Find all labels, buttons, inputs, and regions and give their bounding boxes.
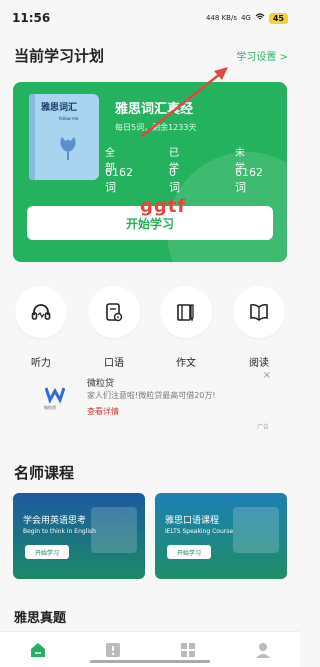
- chevron-right-icon: >: [279, 51, 288, 63]
- nav-home[interactable]: [27, 639, 49, 661]
- feature-listening[interactable]: 听力: [15, 286, 67, 369]
- page-title: 当前学习计划: [14, 46, 105, 65]
- speed-text: 448 KB/s: [205, 14, 237, 22]
- ad-close-icon[interactable]: ×: [263, 370, 271, 381]
- wifi-icon: [255, 13, 265, 23]
- feature-writing-label: 作文: [176, 358, 196, 369]
- book-cover[interactable]: 雅思词汇 follow me: [29, 94, 99, 180]
- nav-apps[interactable]: [177, 639, 199, 661]
- home-icon: [30, 642, 45, 657]
- course-thumbnail: [91, 507, 137, 553]
- course-title: 雅思口语课程: [165, 516, 220, 526]
- book-cover-title: 雅思词汇: [41, 103, 78, 113]
- home-indicator: [90, 660, 210, 663]
- ad-details-link[interactable]: 查看详情: [87, 406, 119, 417]
- plan-progress-text: 每日5词，剩余1233天: [115, 123, 197, 132]
- course-subtitle: IELTS Speaking Course: [165, 528, 234, 535]
- speaking-icon: [88, 286, 140, 338]
- feature-reading[interactable]: 阅读: [233, 286, 285, 369]
- course-start-button[interactable]: 开始学习: [167, 545, 211, 559]
- tulip-icon: [60, 137, 76, 160]
- course-start-button[interactable]: 开始学习: [25, 545, 69, 559]
- study-plan-card: 雅思词汇 follow me 雅思词汇真经 每日5词，剩余1233天 全部 61…: [13, 82, 287, 262]
- watermark-text: ggtf: [140, 196, 187, 217]
- feature-listening-label: 听力: [31, 358, 51, 369]
- feature-speaking[interactable]: 口语: [88, 286, 140, 369]
- status-indicators: 448 KB/s 4G 45: [205, 12, 288, 24]
- exam-section-title: 雅思真题: [14, 611, 67, 626]
- status-time: 11:56: [12, 11, 51, 25]
- alert-icon: [105, 642, 120, 657]
- feature-reading-label: 阅读: [249, 358, 269, 369]
- ad-description: 家人们注意啦!微粒贷最高可借20万!: [87, 391, 216, 400]
- nav-alerts[interactable]: [102, 639, 124, 661]
- feature-row: 听力 口语 作文 阅读: [0, 286, 300, 370]
- stat-unlearned-value: 6162词: [235, 166, 263, 194]
- nav-profile[interactable]: [252, 639, 274, 661]
- profile-icon: [255, 642, 270, 658]
- apps-icon: [180, 642, 195, 657]
- ad-logo-caption: 微粒贷: [44, 405, 56, 410]
- stat-total-value: 6162词: [105, 166, 133, 194]
- course-thumbnail: [233, 507, 279, 553]
- weilidai-logo-icon: [45, 387, 65, 404]
- feature-speaking-label: 口语: [104, 358, 124, 369]
- courses-section-title: 名师课程: [14, 464, 75, 482]
- book-name: 雅思词汇真经: [115, 102, 194, 117]
- stat-learned-value: 0词: [169, 166, 180, 194]
- advertisement[interactable]: 微粒贷 微粒贷 家人们注意啦!微粒贷最高可借20万! 查看详情 × 广告: [13, 370, 287, 432]
- network-text: 4G: [240, 14, 251, 22]
- headphones-icon: [15, 286, 67, 338]
- study-settings-label: 学习设置: [236, 51, 277, 63]
- study-settings-link[interactable]: 学习设置 >: [236, 48, 288, 63]
- feature-writing[interactable]: 作文: [160, 286, 212, 369]
- ad-title: 微粒贷: [87, 379, 115, 389]
- book-cover-sub: follow me: [59, 116, 79, 121]
- header: 当前学习计划 学习设置 >: [14, 44, 288, 66]
- ad-tag: 广告: [256, 424, 269, 431]
- status-bar: 11:56 448 KB/s 4G 45: [0, 0, 300, 36]
- writing-icon: [160, 286, 212, 338]
- course-card-think-in-english[interactable]: 学会用英语思考 Begin to think in English 开始学习: [13, 493, 145, 579]
- battery-indicator: 45: [268, 12, 288, 24]
- course-subtitle: Begin to think in English: [23, 528, 96, 535]
- course-title: 学会用英语思考: [23, 516, 87, 526]
- course-card-ielts-speaking[interactable]: 雅思口语课程 IELTS Speaking Course 开始学习: [155, 493, 287, 579]
- reading-icon: [233, 286, 285, 338]
